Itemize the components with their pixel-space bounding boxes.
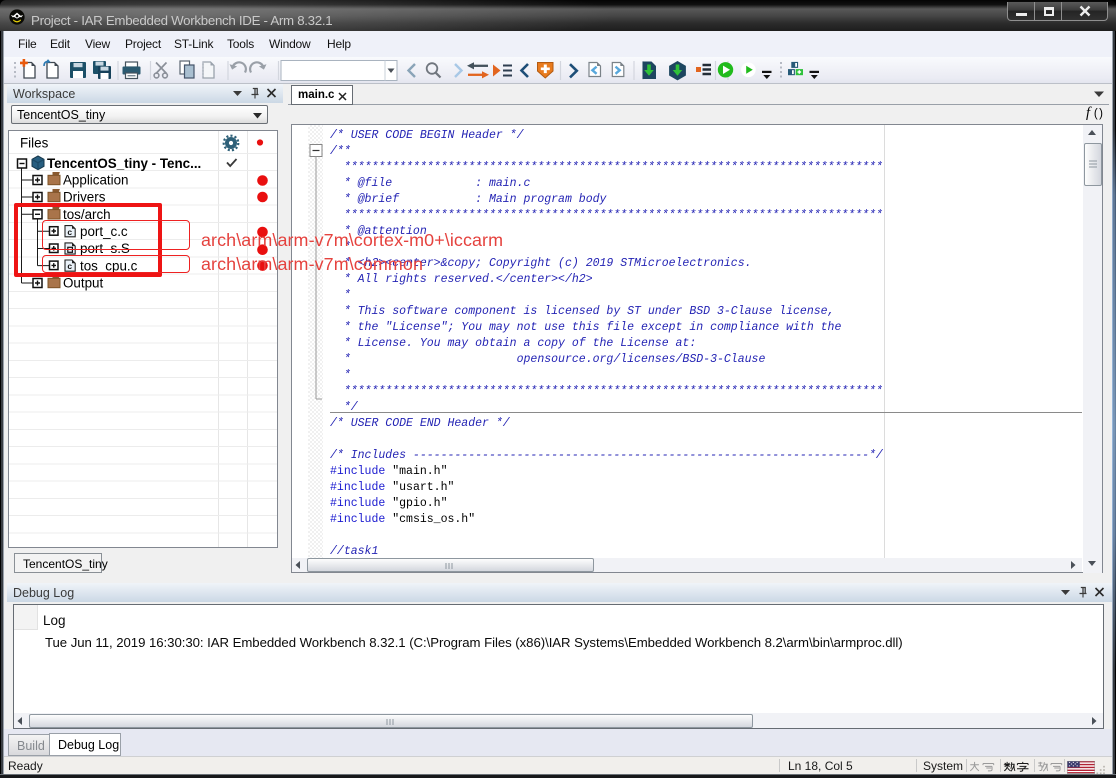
- svg-text:Application: Application: [63, 173, 129, 188]
- svg-text:Output: Output: [63, 276, 103, 291]
- svg-text:TencentOS_tiny - Tenc...: TencentOS_tiny - Tenc...: [47, 156, 201, 171]
- svg-text:Files: Files: [20, 136, 49, 151]
